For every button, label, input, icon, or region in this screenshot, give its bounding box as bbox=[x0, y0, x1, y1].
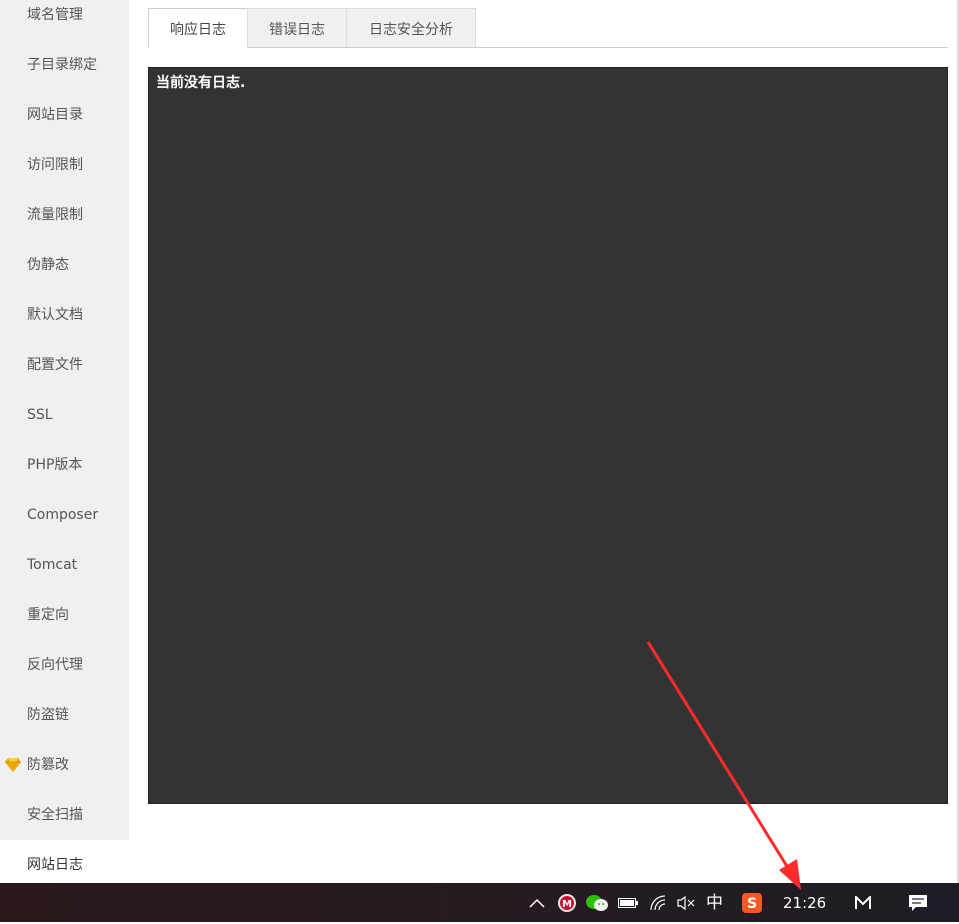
sidebar-item-redirect[interactable]: 重定向 bbox=[27, 600, 69, 650]
sidebar-item-access-limit[interactable]: 访问限制 bbox=[27, 150, 83, 200]
sidebar-item-composer[interactable]: Composer bbox=[27, 500, 98, 550]
sidebar-item-tamper-proof[interactable]: 防篡改 bbox=[5, 750, 69, 800]
log-panel[interactable]: 当前没有日志. bbox=[148, 67, 948, 804]
svg-text:M: M bbox=[562, 899, 572, 910]
sidebar-item-ssl[interactable]: SSL bbox=[27, 400, 53, 450]
battery-icon[interactable] bbox=[617, 883, 639, 922]
tab-response-log[interactable]: 响应日志 bbox=[148, 8, 248, 48]
sidebar: 域名管理 子目录绑定 网站目录 访问限制 流量限制 伪静态 默认文档 配置文件 … bbox=[0, 0, 129, 840]
sidebar-item-config-file[interactable]: 配置文件 bbox=[27, 350, 83, 400]
sidebar-item-rewrite[interactable]: 伪静态 bbox=[27, 250, 69, 300]
app-icon[interactable] bbox=[852, 883, 874, 922]
tab-log-security-analysis[interactable]: 日志安全分析 bbox=[346, 8, 476, 47]
sidebar-item-default-doc[interactable]: 默认文档 bbox=[27, 300, 83, 350]
sidebar-item-subdir[interactable]: 子目录绑定 bbox=[27, 50, 97, 100]
notification-icon[interactable] bbox=[905, 883, 931, 922]
diamond-icon bbox=[5, 758, 21, 772]
sidebar-item-hotlink[interactable]: 防盗链 bbox=[27, 700, 69, 750]
tab-error-log[interactable]: 错误日志 bbox=[247, 8, 347, 47]
wifi-icon[interactable] bbox=[647, 883, 669, 922]
taskbar-clock[interactable]: 21:26 bbox=[783, 883, 826, 922]
chevron-up-icon[interactable] bbox=[526, 883, 548, 922]
sidebar-item-traffic-limit[interactable]: 流量限制 bbox=[27, 200, 83, 250]
sidebar-item-reverse-proxy[interactable]: 反向代理 bbox=[27, 650, 83, 700]
sidebar-item-site-dir[interactable]: 网站目录 bbox=[27, 100, 83, 150]
sidebar-item-tomcat[interactable]: Tomcat bbox=[27, 550, 77, 600]
mcafee-icon[interactable]: M bbox=[556, 883, 578, 922]
log-empty-message: 当前没有日志. bbox=[156, 75, 246, 91]
taskbar: M 中 S 21:26 bbox=[0, 883, 959, 922]
sogou-icon[interactable]: S bbox=[740, 883, 764, 922]
sidebar-item-domain[interactable]: 域名管理 bbox=[27, 0, 83, 50]
sidebar-item-php-version[interactable]: PHP版本 bbox=[27, 450, 82, 500]
wechat-icon[interactable] bbox=[585, 883, 609, 922]
svg-text:S: S bbox=[747, 896, 757, 912]
log-tabs: 响应日志 错误日志 日志安全分析 bbox=[148, 8, 948, 48]
volume-muted-icon[interactable] bbox=[675, 883, 697, 922]
ime-indicator[interactable]: 中 bbox=[706, 883, 723, 922]
